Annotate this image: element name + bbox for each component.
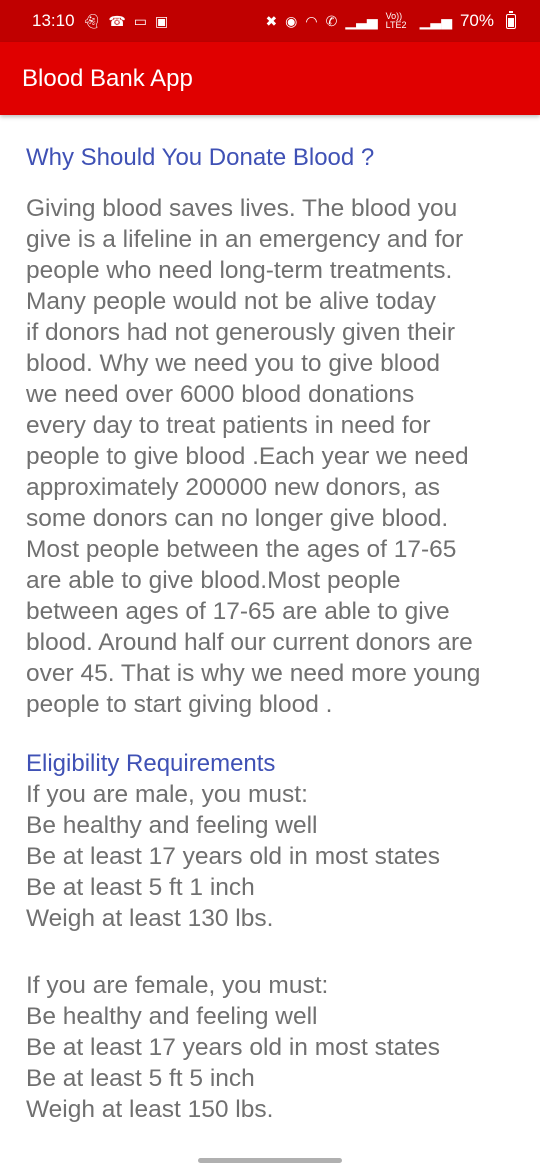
battery-level: 70% xyxy=(459,11,494,30)
image-icon: ▣ xyxy=(155,13,169,29)
status-time: 13:10 xyxy=(32,11,75,30)
status-right: ✖ ◉ ◠ ✆ ▁▃▅ Vo)) LTE2 ▁▃▅ 70% xyxy=(265,10,516,31)
signal-icon: ▁▃▅ xyxy=(345,13,378,29)
signal-icon: ▁▃▅ xyxy=(419,13,452,29)
battery-icon xyxy=(506,10,516,29)
why-donate-text: Giving blood saves lives. The blood you … xyxy=(26,195,481,718)
snapchat-icon: 👻︎ xyxy=(82,13,101,29)
male-requirements: If you are male, you must: Be healthy an… xyxy=(26,781,440,932)
female-requirements: If you are female, you must: Be healthy … xyxy=(26,972,440,1123)
status-left: 13:10 👻︎ ☎︎ ▭ ▣ xyxy=(32,11,168,31)
eligibility-heading: Eligibility Requirements xyxy=(26,750,276,777)
missed-call-icon: ☎︎ xyxy=(108,13,126,29)
app-bar: Blood Bank App xyxy=(0,42,540,115)
app-title: Blood Bank App xyxy=(22,64,193,92)
wifi-call-icon: ✆ xyxy=(325,13,338,29)
scroll-content[interactable]: Why Should You Donate Blood ? Giving blo… xyxy=(26,140,516,1125)
why-donate-heading: Why Should You Donate Blood ? xyxy=(26,144,375,171)
wifi-icon: ◠ xyxy=(305,13,318,29)
status-bar: 13:10 👻︎ ☎︎ ▭ ▣ ✖ ◉ ◠ ✆ ▁▃▅ Vo)) LTE2 ▁▃… xyxy=(0,0,540,42)
location-icon: ◉ xyxy=(285,13,298,29)
mute-icon: ✖ xyxy=(265,13,278,29)
home-indicator[interactable] xyxy=(198,1158,342,1163)
volte-icon: Vo)) LTE2 xyxy=(385,11,407,30)
screen-cast-icon: ▭ xyxy=(133,13,148,29)
